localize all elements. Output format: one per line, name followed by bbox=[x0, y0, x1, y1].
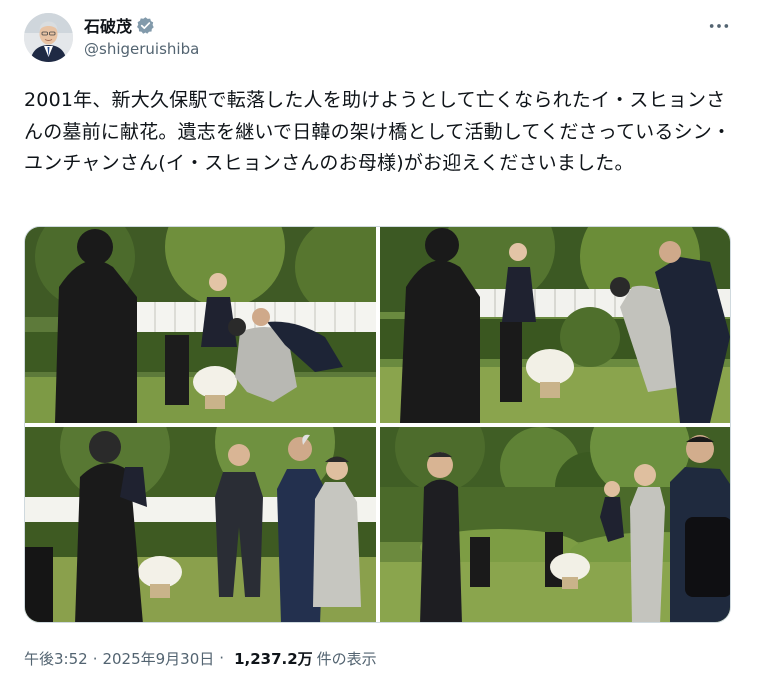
author-name-row[interactable]: 石破茂 bbox=[84, 14, 155, 36]
tweet-date[interactable]: 2025年9月30日 bbox=[102, 650, 214, 668]
tweet-text: 2001年、新大久保駅で転落した人を助けようとして亡くなられたイ・スヒョンさんの… bbox=[24, 89, 732, 174]
photo-3[interactable] bbox=[25, 427, 376, 622]
meta-separator: · bbox=[219, 649, 225, 667]
photo-4[interactable] bbox=[380, 427, 730, 622]
views-label: 件の表示 bbox=[316, 649, 377, 668]
tweet-meta: 午後3:52 · 2025年9月30日 · 1,237.2万 件の表示 bbox=[24, 646, 377, 670]
author-display-name[interactable]: 石破茂 bbox=[84, 13, 132, 37]
meta-separator: · bbox=[92, 649, 98, 668]
author-avatar[interactable] bbox=[24, 13, 73, 62]
photo-1[interactable] bbox=[25, 227, 376, 423]
tweet-card: 石破茂 @shigeruishiba 2001年、新大久保駅で転落した人を助けよ… bbox=[0, 0, 760, 680]
views-count[interactable]: 1,237.2万 bbox=[234, 648, 313, 669]
author-handle[interactable]: @shigeruishiba bbox=[84, 40, 199, 58]
more-options-button[interactable] bbox=[704, 16, 734, 36]
media-grid bbox=[24, 226, 731, 623]
tweet-time[interactable]: 午後3:52 · 2025年9月30日 bbox=[24, 648, 214, 669]
tweet-time-of-day[interactable]: 午後3:52 bbox=[24, 650, 88, 668]
verified-badge-icon bbox=[136, 16, 155, 35]
more-horizontal-icon bbox=[709, 24, 729, 28]
photo-2[interactable] bbox=[380, 227, 730, 423]
